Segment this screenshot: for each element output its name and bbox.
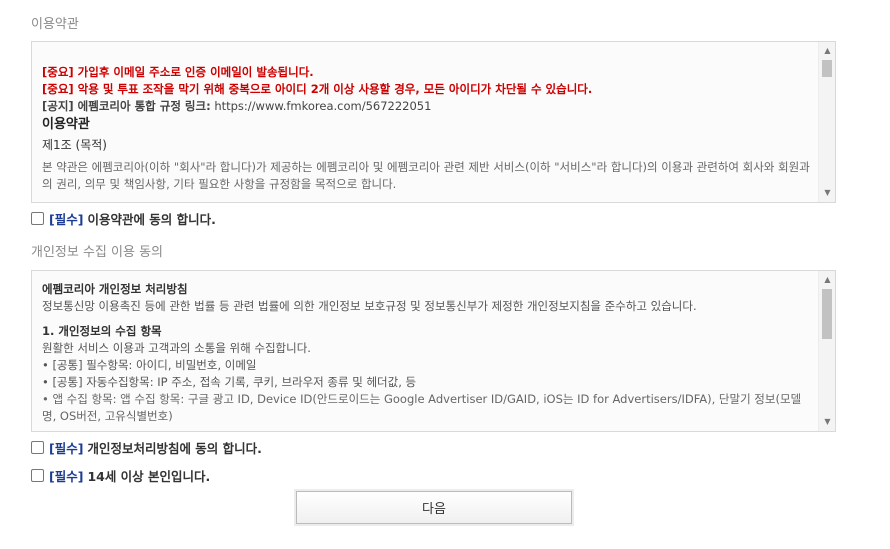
age-agree-row[interactable]: [필수] 14세 이상 본인입니다. <box>31 466 210 485</box>
scroll-down-arrow-icon[interactable]: ▼ <box>819 186 835 200</box>
terms-rules-link[interactable]: https://www.fmkorea.com/567222051 <box>214 99 431 113</box>
scroll-up-arrow-icon[interactable]: ▲ <box>819 44 835 58</box>
age-required-tag: [필수] <box>49 469 84 484</box>
terms-agree-label: 이용약관에 동의 합니다. <box>87 212 216 227</box>
privacy-heading: 에펨코리아 개인정보 처리방침 <box>42 282 188 296</box>
privacy-scroll-thumb[interactable] <box>822 289 832 339</box>
terms-body: 본 약관은 에펨코리아(이하 "회사"라 합니다)가 제공하는 에펨코리아 및 … <box>42 160 810 191</box>
terms-scroll-box[interactable]: [중요] 가입후 이메일 주소로 인증 이메일이 발송됩니다. [중요] 악용 … <box>31 41 836 203</box>
privacy-section-title: 개인정보 수집 이용 동의 <box>31 245 163 260</box>
privacy-item: • 앱 수집 항목: 앱 수집 항목: 구글 광고 ID, Device ID(… <box>42 392 802 423</box>
terms-heading: 이용약관 <box>42 117 90 132</box>
age-agree-checkbox[interactable] <box>31 469 44 482</box>
age-agree-label: 14세 이상 본인입니다. <box>87 469 211 484</box>
terms-notice-rules-label: [공지] 에펨코리아 통합 규정 링크: <box>42 99 211 113</box>
privacy-agree-row[interactable]: [필수] 개인정보처리방침에 동의 합니다. <box>31 438 262 457</box>
terms-required-tag: [필수] <box>49 212 84 227</box>
terms-notice-email: [중요] 가입후 이메일 주소로 인증 이메일이 발송됩니다. <box>42 65 314 79</box>
terms-article-title: 제1조 (목적) <box>42 138 107 152</box>
privacy-section1-title: 1. 개인정보의 수집 항목 <box>42 324 162 338</box>
privacy-item: • [공통] 자동수집항목: IP 주소, 접속 기록, 쿠키, 브라우저 종류… <box>42 375 417 389</box>
scroll-down-arrow-icon[interactable]: ▼ <box>819 415 835 429</box>
privacy-scrollbar[interactable]: ▲ ▼ <box>818 271 835 431</box>
scroll-up-arrow-icon[interactable]: ▲ <box>819 273 835 287</box>
privacy-item: • [공통] 필수항목: 아이디, 비밀번호, 이메일 <box>42 358 257 372</box>
privacy-section1-desc: 원활한 서비스 이용과 고객과의 소통을 위해 수집합니다. <box>42 341 311 355</box>
privacy-content: 에펨코리아 개인정보 처리방침 정보통신망 이용촉진 등에 관한 법률 등 관련… <box>42 281 813 425</box>
privacy-intro: 정보통신망 이용촉진 등에 관한 법률 등 관련 법률에 의한 개인정보 보호규… <box>42 299 697 313</box>
terms-notice-duplicate: [중요] 악용 및 투표 조작을 막기 위해 중복으로 아이디 2개 이상 사용… <box>42 82 593 96</box>
terms-agree-checkbox[interactable] <box>31 212 44 225</box>
terms-scroll-thumb[interactable] <box>822 60 832 77</box>
terms-agree-row[interactable]: [필수] 이용약관에 동의 합니다. <box>31 209 216 228</box>
next-button[interactable]: 다음 <box>296 491 572 524</box>
terms-scrollbar[interactable]: ▲ ▼ <box>818 42 835 202</box>
terms-content: [중요] 가입후 이메일 주소로 인증 이메일이 발송됩니다. [중요] 악용 … <box>42 64 813 193</box>
terms-section-title: 이용약관 <box>31 17 79 32</box>
privacy-agree-checkbox[interactable] <box>31 441 44 454</box>
privacy-scroll-box[interactable]: 에펨코리아 개인정보 처리방침 정보통신망 이용촉진 등에 관한 법률 등 관련… <box>31 270 836 432</box>
privacy-agree-label: 개인정보처리방침에 동의 합니다. <box>87 441 262 456</box>
privacy-required-tag: [필수] <box>49 441 84 456</box>
terms-notice-rules: [공지] 에펨코리아 통합 규정 링크: https://www.fmkorea… <box>42 98 813 115</box>
